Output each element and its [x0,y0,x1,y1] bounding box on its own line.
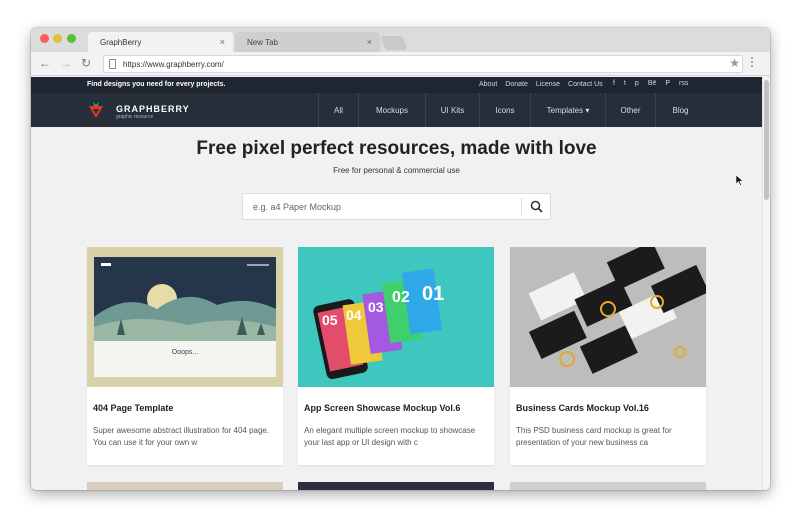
page-scrollbar[interactable] [762,77,770,490]
card-title[interactable]: Business Cards Mockup Vol.16 [516,403,649,413]
resource-card[interactable]: Ooops... 404 Page Template Super awesome… [87,247,283,465]
maximize-window-button[interactable] [67,34,76,43]
resource-card-partial[interactable] [510,482,706,490]
close-window-button[interactable] [40,34,49,43]
thumb-number-03: 03 [368,299,384,315]
new-tab-button[interactable] [380,36,408,50]
card-title[interactable]: App Screen Showcase Mockup Vol.6 [304,403,460,413]
thumb-number-04: 04 [346,307,362,323]
forward-arrow-icon[interactable]: → [60,56,72,70]
nav-other[interactable]: Other [605,93,655,127]
mouse-cursor-icon [736,175,744,186]
card-thumbnail-404[interactable]: Ooops... [87,247,283,387]
link-contact-us[interactable]: Contact Us [568,81,603,88]
pinterest-icon[interactable]: p [635,80,639,87]
search-input[interactable] [243,194,521,219]
logo-subtitle: graphic resource [116,114,154,120]
card-description: This PSD business card mockup is great f… [516,426,672,447]
back-arrow-icon[interactable]: ← [39,56,51,70]
link-license[interactable]: License [536,81,560,88]
thumb-number-05: 05 [322,312,338,328]
menu-kebab-icon[interactable]: ⋮ [746,55,758,69]
social-links: f t p Bē P rss [613,80,688,87]
page-icon [109,59,116,69]
minimize-window-button[interactable] [53,34,62,43]
logo-name[interactable]: GRAPHBERRY [116,104,190,114]
link-donate[interactable]: Donate [505,81,528,88]
search-box [242,193,551,220]
nav-blog[interactable]: Blog [655,93,705,127]
page-viewport: Find designs you need for every projects… [31,77,762,490]
nav-ui-kits[interactable]: UI Kits [425,93,479,127]
twitter-icon[interactable]: t [624,80,626,87]
bookmark-star-icon[interactable]: ★ [729,56,740,70]
facebook-icon[interactable]: f [613,80,615,87]
card-description: Super awesome abstract illustration for … [93,426,270,447]
browser-toolbar: ← → ↻ https://www.graphberry.com/ ★ ⋮ [31,52,770,76]
reload-icon[interactable]: ↻ [81,56,91,70]
site-tagline: Find designs you need for every projects… [87,81,226,88]
resource-card-partial[interactable] [298,482,494,490]
tab-title: New Tab [247,38,278,47]
thumb-number-02: 02 [392,289,410,306]
scrollbar-thumb[interactable] [764,80,769,200]
nav-mockups[interactable]: Mockups [358,93,425,127]
card-thumbnail-business-cards[interactable] [510,247,706,387]
address-bar[interactable]: https://www.graphberry.com/ [103,55,743,73]
producthunt-icon[interactable]: P [665,80,670,87]
tab-close-icon[interactable]: × [367,37,372,47]
card-description: An elegant multiple screen mockup to sho… [304,426,476,447]
hero-title: Free pixel perfect resources, made with … [196,138,597,159]
tab-new-tab[interactable]: New Tab × [235,32,380,52]
resource-card[interactable]: Business Cards Mockup Vol.16 This PSD bu… [510,247,706,465]
thumb-number-01: 01 [422,283,445,305]
main-navbar: GRAPHBERRY graphic resource All Mockups … [31,93,762,127]
tab-title: GraphBerry [100,38,142,47]
resource-card-partial[interactable] [87,482,283,490]
tab-graphberry[interactable]: GraphBerry × [88,32,233,52]
browser-titlebar: GraphBerry × New Tab × [31,28,770,52]
thumb-ooops-text: Ooops... [171,349,199,356]
card-title[interactable]: 404 Page Template [93,403,173,413]
top-strip: Find designs you need for every projects… [31,77,762,93]
card-thumbnail-app-showcase[interactable]: 05 04 03 02 01 [298,247,494,387]
behance-icon[interactable]: Bē [648,80,657,87]
nav-templates[interactable]: Templates ▾ [530,93,605,127]
search-button[interactable] [522,194,551,219]
nav-icons[interactable]: Icons [479,93,530,127]
resource-card[interactable]: 05 04 03 02 01 App Screen Showcase Mocku… [298,247,494,465]
link-about[interactable]: About [479,81,497,88]
hero-subtitle: Free for personal & commercial use [333,166,460,175]
rss-icon[interactable]: rss [679,80,688,87]
tab-close-icon[interactable]: × [220,37,225,47]
graphberry-logo-icon[interactable] [87,101,105,119]
browser-window: GraphBerry × New Tab × ← → ↻ https://www… [31,28,770,490]
nav-menu: All Mockups UI Kits Icons Templates ▾ Ot… [318,93,705,127]
address-url: https://www.graphberry.com/ [123,60,224,69]
nav-all[interactable]: All [318,93,358,127]
search-icon [530,200,543,213]
top-links: About Donate License Contact Us [479,81,603,88]
